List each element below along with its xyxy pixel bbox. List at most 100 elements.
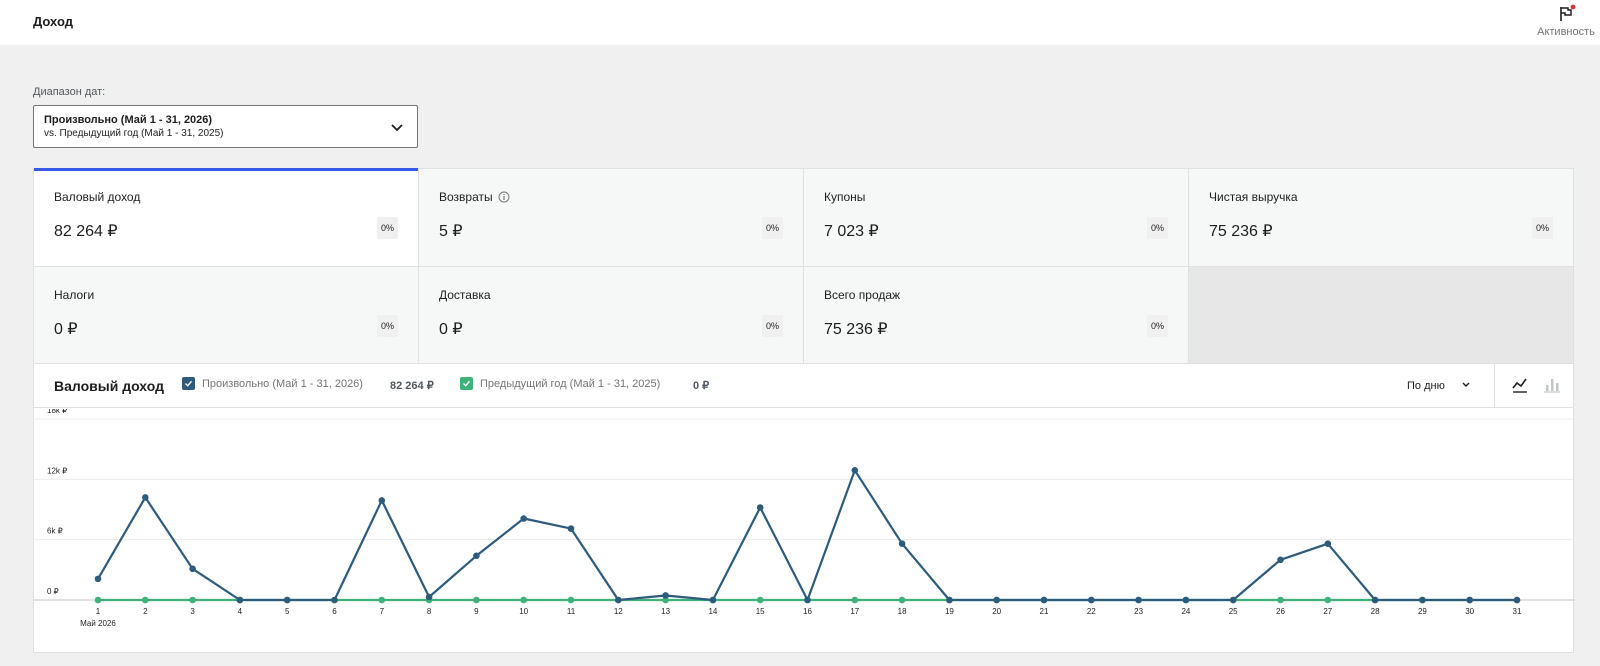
data-point [1182,596,1190,604]
card-value: 7 023 ₽ [824,223,879,240]
x-tick-label: 22 [1087,607,1096,616]
x-tick-label: 16 [803,607,812,616]
line-chart: 0 ₽6k ₽12k ₽18k ₽1 2 3 4 5 6 7 8 9 10 11 12 13 14 15 16… [34,406,1575,628]
summary-card-coupons[interactable]: Купоны 7 023 ₽ 0% [804,169,1188,266]
x-tick-label: 19 [945,607,954,616]
card-delta-badge: 0% [1531,217,1553,239]
interval-select[interactable]: По дню [1407,379,1471,392]
x-tick-label: 30 [1465,607,1474,616]
data-point [1324,596,1332,604]
data-point [142,596,149,604]
y-tick-label: 18k ₽ [47,409,67,415]
data-point [1513,596,1521,604]
card-label: Валовый доход [54,190,141,204]
summary-card-shipping[interactable]: Доставка 0 ₽ 0% [419,267,803,365]
checkbox-checked-icon [182,377,195,390]
y-tick-label: 6k ₽ [47,527,63,536]
summary-card-total-sales[interactable]: Всего продаж 75 236 ₽ 0% [804,267,1188,365]
data-point [378,497,386,504]
x-tick-label: 9 [474,607,479,616]
data-point [804,596,811,604]
data-point [473,552,480,560]
card-value: 0 ₽ [439,321,463,338]
data-point [993,596,1000,604]
x-tick-label: 13 [661,607,670,616]
data-point [1135,596,1142,604]
data-point [520,596,527,604]
x-tick-label: 6 [332,607,337,616]
y-tick-label: 0 ₽ [47,587,59,596]
x-tick-label: 29 [1418,607,1427,616]
data-point [378,596,386,604]
x-tick-label: 17 [850,607,859,616]
data-point [520,515,527,522]
data-point [94,596,102,604]
interval-label: По дню [1407,379,1445,392]
x-tick-label: 24 [1181,607,1190,616]
x-tick-label: 28 [1371,607,1380,616]
data-point [756,504,764,511]
data-point [331,596,338,604]
data-point [94,575,102,583]
x-tick-label: 31 [1513,607,1522,616]
data-point [709,596,717,604]
data-point [142,494,149,501]
data-point [756,596,764,604]
data-point [851,466,859,474]
page-title: Доход [33,14,73,29]
data-point [615,596,622,604]
summary-card-net[interactable]: Чистая выручка 75 236 ₽ 0% [1189,169,1573,266]
x-tick-label: 14 [708,607,717,616]
y-tick-label: 12k ₽ [47,466,67,475]
data-point [425,593,433,601]
x-tick-label: 15 [756,607,765,616]
data-point [283,596,291,604]
data-point [1324,540,1332,547]
legend-name: Произвольно (Май 1 - 31, 2026) [202,377,363,390]
card-delta-badge: 0% [376,315,398,337]
data-point [1277,596,1284,604]
card-label: Купоны [824,190,866,204]
date-range-select[interactable]: Произвольно (Май 1 - 31, 2026) vs. Преды… [33,105,418,148]
data-point [662,592,669,599]
info-icon[interactable] [498,191,510,206]
x-tick-label: 21 [1040,607,1049,616]
data-point [567,596,575,604]
x-tick-label: 5 [285,607,290,616]
data-point [1419,596,1426,604]
card-value: 0 ₽ [54,321,78,338]
x-tick-label: 25 [1229,607,1238,616]
x-tick-label: 11 [567,607,576,616]
line-chart-icon[interactable] [1511,376,1529,399]
chevron-down-icon [1445,379,1471,392]
legend-item-previous[interactable]: Предыдущий год (Май 1 - 31, 2025) [460,377,660,390]
data-point [1466,596,1473,604]
card-value: 82 264 ₽ [54,223,118,240]
chevron-down-icon [389,119,405,140]
summary-card-gross[interactable]: Валовый доход 82 264 ₽ 0% [34,168,418,266]
card-value: 75 236 ₽ [824,321,888,338]
card-value: 75 236 ₽ [1209,223,1273,240]
bar-chart-icon[interactable] [1543,376,1561,399]
summary-card-refunds[interactable]: Возвраты 5 ₽ 0% [419,169,803,266]
data-point [1088,596,1095,604]
card-delta-badge: 0% [761,217,783,239]
data-point [1371,596,1379,604]
card-label: Доставка [439,288,491,302]
activity-button[interactable]: Активность [1536,4,1596,38]
x-tick-label: 4 [238,607,243,616]
legend-item-current[interactable]: Произвольно (Май 1 - 31, 2026) [182,377,363,390]
x-axis-sublabel: Май 2026 [80,619,116,628]
summary-cards: Валовый доход 82 264 ₽ 0% Возвраты 5 ₽ 0… [33,168,1574,365]
legend-total: 0 ₽ [693,380,710,392]
x-tick-label: 7 [380,607,385,616]
card-label: Возвраты [439,190,510,206]
legend-total: 82 264 ₽ [390,380,434,392]
date-range-label: Диапазон дат: [33,86,106,98]
legend-name: Предыдущий год (Май 1 - 31, 2025) [480,377,661,390]
data-point [1229,596,1237,604]
card-label: Всего продаж [824,288,901,302]
summary-card-taxes[interactable]: Налоги 0 ₽ 0% [34,267,418,365]
data-point [898,596,906,604]
card-label-text: Возвраты [439,190,493,204]
